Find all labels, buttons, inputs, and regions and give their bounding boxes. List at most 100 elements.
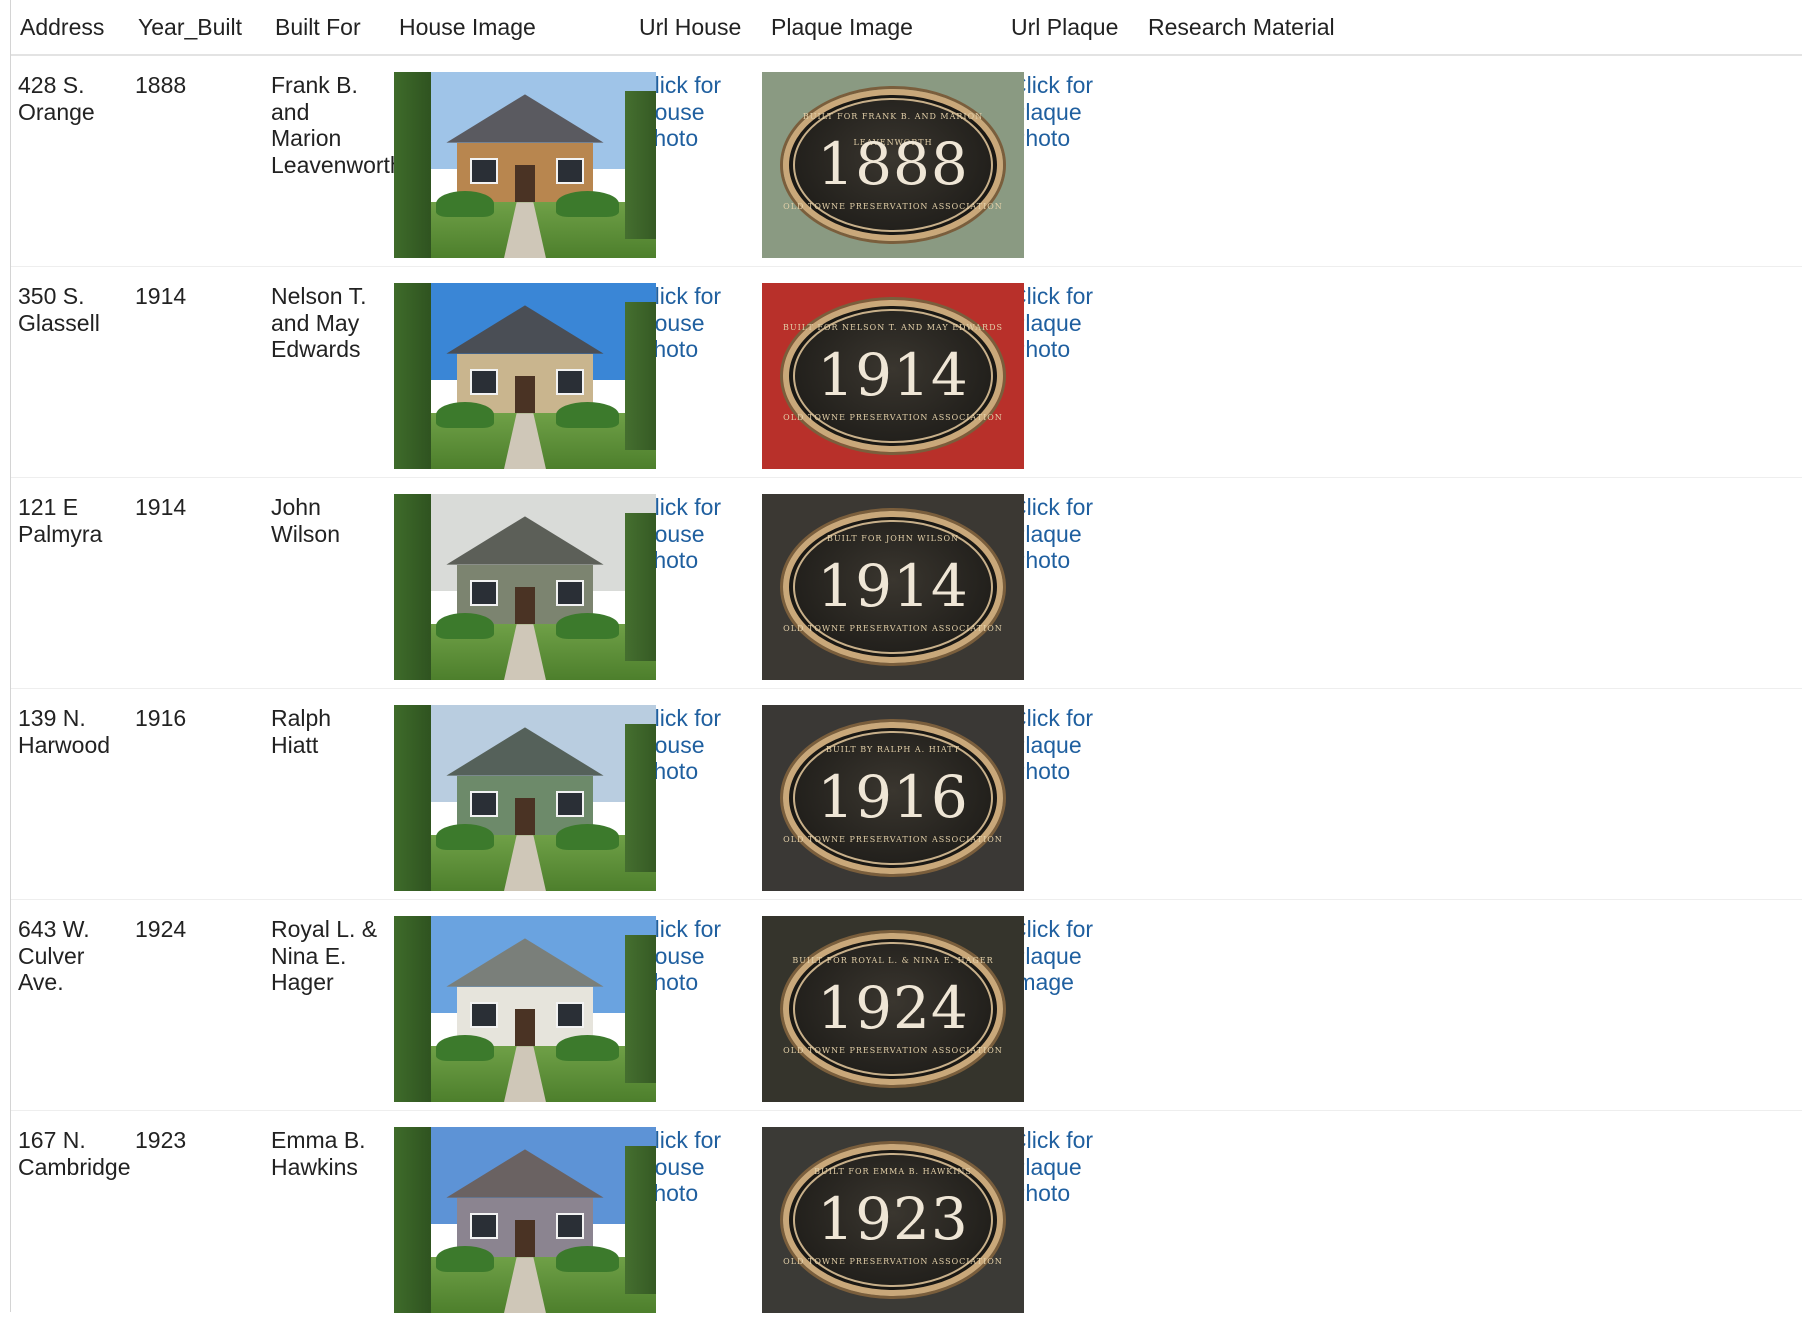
house-image-shrub — [436, 824, 494, 850]
address-text: 643 W. Culver Ave. — [18, 916, 90, 995]
house-image-window — [556, 580, 584, 606]
house-image-shrub — [436, 191, 494, 217]
house-image-door — [515, 587, 536, 628]
col-header-url-plaque[interactable]: Url Plaque — [998, 0, 1135, 55]
plaque-image[interactable]: BUILT FOR EMMA B. HAWKINS 1923 OLD TOWNE… — [762, 1127, 1024, 1313]
plaque-image[interactable]: BUILT BY RALPH A. HIATT 1916 OLD TOWNE P… — [762, 705, 1024, 891]
plaque-photo-link[interactable]: Click for Plaque Photo — [1010, 1127, 1127, 1207]
house-image-door — [515, 798, 536, 839]
house-image-shrub — [436, 1035, 494, 1061]
col-header-url-house[interactable]: Url House — [626, 0, 758, 55]
house-image-door — [515, 1009, 536, 1050]
col-header-house-image[interactable]: House Image — [386, 0, 626, 55]
house-image-window — [470, 158, 498, 184]
year-built-cell: 1914 — [128, 267, 262, 478]
research-material-cell — [1135, 55, 1802, 267]
house-image-window — [556, 369, 584, 395]
house-image-shrub — [556, 1246, 619, 1272]
built-for-text: Ralph Hiatt — [271, 705, 331, 758]
plaque-image-cell: BUILT FOR EMMA B. HAWKINS 1923 OLD TOWNE… — [758, 1111, 998, 1321]
house-image[interactable] — [394, 916, 656, 1102]
research-material-cell — [1135, 689, 1802, 900]
plaque-photo-link[interactable]: Click for Plaque Photo — [1010, 72, 1127, 152]
house-image-window — [470, 791, 498, 817]
plaque-top-inscription: BUILT FOR EMMA B. HAWKINS — [762, 1159, 1024, 1186]
address-cell: 350 S. Glassell — [11, 267, 128, 478]
address-text: 167 N. Cambridge — [18, 1127, 131, 1180]
house-image-tree — [625, 302, 656, 451]
plaque-image[interactable]: BUILT FOR NELSON T. AND MAY EDWARDS 1914… — [762, 283, 1024, 469]
house-image[interactable] — [394, 705, 656, 891]
house-image-cell — [386, 55, 626, 267]
col-header-built-for[interactable]: Built For — [262, 0, 386, 55]
house-image-shrub — [556, 402, 619, 428]
research-material-cell — [1135, 1111, 1802, 1321]
house-image-shrub — [556, 613, 619, 639]
houses-table: Address Year_Built Built For House Image… — [11, 0, 1802, 1321]
house-image-shrub — [436, 402, 494, 428]
house-image-shrub — [556, 191, 619, 217]
house-image-tree — [625, 513, 656, 662]
house-image-tree — [394, 705, 431, 891]
house-image-window — [470, 369, 498, 395]
built-for-cell: Emma B. Hawkins — [262, 1111, 386, 1321]
table-header: Address Year_Built Built For House Image… — [11, 0, 1802, 55]
year-built-cell: 1923 — [128, 1111, 262, 1321]
plaque-top-inscription: BUILT FOR JOHN WILSON — [762, 526, 1024, 553]
house-image-cell — [386, 900, 626, 1111]
plaque-photo-link[interactable]: Click for Plaque Photo — [1010, 705, 1127, 785]
house-image-window — [556, 158, 584, 184]
col-header-address[interactable]: Address — [11, 0, 128, 55]
table-row: 121 E Palmyra 1914 John Wilson Click for… — [11, 478, 1802, 689]
house-image-shrub — [556, 1035, 619, 1061]
house-image-window — [470, 1002, 498, 1028]
plaque-image[interactable]: BUILT FOR JOHN WILSON 1914 OLD TOWNE PRE… — [762, 494, 1024, 680]
plaque-year-text: 1888 — [762, 135, 1024, 193]
plaque-bottom-inscription: OLD TOWNE PRESERVATION ASSOCIATION — [762, 405, 1024, 432]
house-image[interactable] — [394, 72, 656, 258]
plaque-year-text: 1914 — [762, 557, 1024, 615]
year-built-text: 1924 — [135, 916, 186, 942]
plaque-top-inscription: BUILT FOR ROYAL L. & NINA E. HAGER — [762, 948, 1024, 975]
plaque-photo-link[interactable]: Click for Plaque Photo — [1010, 283, 1127, 363]
built-for-cell: John Wilson — [262, 478, 386, 689]
plaque-image[interactable]: BUILT FOR ROYAL L. & NINA E. HAGER 1924 … — [762, 916, 1024, 1102]
house-image-cell — [386, 267, 626, 478]
house-image-door — [515, 376, 536, 417]
research-material-cell — [1135, 900, 1802, 1111]
house-image[interactable] — [394, 283, 656, 469]
house-image-shrub — [556, 824, 619, 850]
house-image-cell — [386, 1111, 626, 1321]
plaque-image-cell: BUILT FOR FRANK B. AND MARION LEAVENWORT… — [758, 55, 998, 267]
plaque-year-text: 1916 — [762, 768, 1024, 826]
plaque-bottom-inscription: OLD TOWNE PRESERVATION ASSOCIATION — [762, 1249, 1024, 1276]
col-header-research-material[interactable]: Research Material — [1135, 0, 1802, 55]
address-text: 121 E Palmyra — [18, 494, 102, 547]
plaque-image-cell: BUILT FOR JOHN WILSON 1914 OLD TOWNE PRE… — [758, 478, 998, 689]
year-built-cell: 1916 — [128, 689, 262, 900]
house-image-tree — [394, 72, 431, 258]
house-image-tree — [625, 91, 656, 240]
plaque-photo-link[interactable]: Click for Plaque Image — [1010, 916, 1127, 996]
col-header-plaque-image[interactable]: Plaque Image — [758, 0, 998, 55]
address-cell: 121 E Palmyra — [11, 478, 128, 689]
table-row: 167 N. Cambridge 1923 Emma B. Hawkins Cl… — [11, 1111, 1802, 1321]
house-image-window — [470, 580, 498, 606]
plaque-image[interactable]: BUILT FOR FRANK B. AND MARION LEAVENWORT… — [762, 72, 1024, 258]
house-image-tree — [394, 916, 431, 1102]
address-text: 350 S. Glassell — [18, 283, 100, 336]
plaque-photo-link[interactable]: Click for Plaque Photo — [1010, 494, 1127, 574]
table-row: 428 S. Orange 1888 Frank B. and Marion L… — [11, 55, 1802, 267]
built-for-text: Emma B. Hawkins — [271, 1127, 366, 1180]
col-header-year-built[interactable]: Year_Built — [128, 0, 262, 55]
house-image[interactable] — [394, 1127, 656, 1313]
year-built-text: 1914 — [135, 494, 186, 520]
plaque-bottom-inscription: OLD TOWNE PRESERVATION ASSOCIATION — [762, 827, 1024, 854]
year-built-text: 1914 — [135, 283, 186, 309]
house-image[interactable] — [394, 494, 656, 680]
built-for-text: Royal L. & Nina E. Hager — [271, 916, 377, 995]
address-text: 428 S. Orange — [18, 72, 95, 125]
plaque-bottom-inscription: OLD TOWNE PRESERVATION ASSOCIATION — [762, 194, 1024, 221]
address-cell: 428 S. Orange — [11, 55, 128, 267]
house-image-tree — [625, 724, 656, 873]
